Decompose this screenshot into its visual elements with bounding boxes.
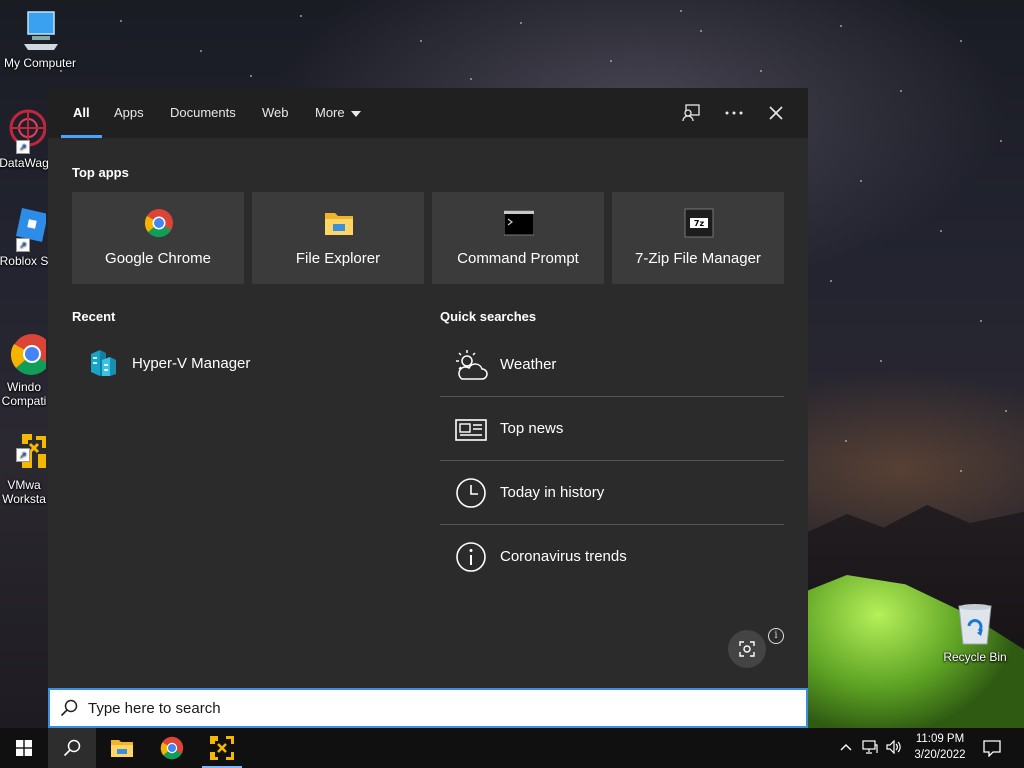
chrome-icon — [144, 208, 174, 238]
taskbar-vmware-workstation[interactable] — [198, 728, 246, 768]
quick-search-coronavirus-trends[interactable]: Coronavirus trends — [440, 525, 784, 588]
quick-search-today-in-history[interactable]: Today in history — [440, 461, 784, 525]
app-tile-7zip[interactable]: 7z 7-Zip File Manager — [612, 192, 784, 284]
tab-apps[interactable]: Apps — [114, 88, 144, 138]
folder-icon — [111, 740, 133, 757]
windows-logo-icon — [16, 740, 32, 756]
tab-all[interactable]: All — [61, 88, 101, 138]
top-apps-title: Top apps — [72, 165, 129, 180]
app-tile-label: Google Chrome — [105, 250, 211, 267]
info-icon — [454, 541, 488, 573]
search-input[interactable] — [88, 690, 788, 726]
recent-item-label: Hyper-V Manager — [132, 355, 251, 372]
show-hidden-icons-button[interactable] — [838, 739, 854, 755]
close-button[interactable] — [763, 100, 789, 126]
shortcut-arrow-icon: ↗ — [16, 140, 30, 154]
desktop-icon-my-computer[interactable]: My Computer — [0, 8, 80, 70]
cmd-icon — [503, 208, 535, 238]
search-icon — [60, 699, 78, 717]
tab-web[interactable]: Web — [262, 88, 289, 138]
taskbar-search-button[interactable] — [48, 728, 96, 768]
recycle-bin-icon — [953, 602, 997, 646]
notification-icon — [983, 740, 1001, 757]
app-tile-label: File Explorer — [295, 250, 381, 267]
clock-icon — [454, 477, 488, 509]
vmware-icon: ↗ — [2, 416, 46, 468]
desktop-icon-recycle-bin[interactable]: Recycle Bin — [935, 602, 1015, 664]
visual-search-button[interactable] — [728, 630, 766, 668]
quick-search-label: Weather — [500, 356, 557, 373]
quick-search-top-news[interactable]: Top news — [440, 397, 784, 461]
search-panel: All Apps Documents Web More Top apps Goo… — [48, 88, 808, 688]
computer-icon — [18, 8, 62, 52]
quick-search-weather[interactable]: Weather — [440, 333, 784, 397]
recent-item-hyper-v-manager[interactable]: Hyper-V Manager — [72, 340, 402, 388]
taskbar: 11:09 PM 3/20/2022 — [0, 728, 1024, 768]
volume-button[interactable] — [886, 739, 902, 755]
app-tile-label: 7-Zip File Manager — [635, 250, 761, 267]
screenshot-lens-icon — [739, 641, 755, 657]
close-icon — [769, 106, 783, 120]
chevron-up-icon — [840, 744, 852, 751]
info-button[interactable]: i — [768, 628, 784, 644]
app-tile-command-prompt[interactable]: Command Prompt — [432, 192, 604, 284]
feedback-icon — [682, 104, 700, 122]
clock-date: 3/20/2022 — [914, 749, 966, 761]
search-box[interactable] — [48, 688, 808, 728]
desktop-icon-label: Roblox S — [0, 254, 49, 268]
7zip-icon: 7z — [684, 208, 714, 238]
desktop-icon-label: VMwa Worksta — [2, 478, 46, 506]
chrome-icon — [160, 736, 184, 760]
tab-documents[interactable]: Documents — [170, 88, 236, 138]
feedback-button[interactable] — [678, 100, 704, 126]
quick-searches-title: Quick searches — [440, 309, 537, 324]
app-tile-google-chrome[interactable]: Google Chrome — [72, 192, 244, 284]
weather-icon — [454, 349, 488, 381]
desktop-icon-label: My Computer — [3, 56, 77, 70]
network-icon — [862, 740, 878, 754]
app-tile-file-explorer[interactable]: File Explorer — [252, 192, 424, 284]
taskbar-file-explorer[interactable] — [98, 728, 146, 768]
search-icon — [63, 739, 81, 757]
roblox-icon: ↗ — [2, 206, 48, 252]
desktop-icon-label: DataWag — [0, 156, 49, 170]
speaker-icon — [886, 740, 901, 754]
more-options-button[interactable] — [721, 100, 747, 126]
search-tabs: All Apps Documents Web More — [48, 88, 808, 138]
clock-time: 11:09 PM — [915, 733, 965, 745]
vmware-icon — [210, 736, 234, 760]
recent-title: Recent — [72, 309, 116, 324]
taskbar-chrome[interactable] — [148, 728, 196, 768]
quick-search-label: Top news — [500, 420, 564, 437]
more-options-icon — [725, 111, 743, 115]
taskbar-clock[interactable]: 11:09 PM 3/20/2022 — [904, 731, 976, 763]
folder-icon — [324, 208, 354, 238]
shortcut-arrow-icon: ↗ — [16, 448, 30, 462]
tab-more[interactable]: More — [315, 88, 361, 138]
svg-text:7z: 7z — [694, 219, 705, 228]
quick-search-label: Coronavirus trends — [500, 548, 627, 565]
datawag-icon: ↗ — [2, 108, 47, 154]
news-icon — [454, 413, 488, 445]
chevron-down-icon — [350, 110, 361, 117]
chrome-icon — [2, 318, 52, 375]
start-button[interactable] — [0, 728, 48, 768]
app-tile-label: Command Prompt — [457, 250, 579, 267]
shortcut-arrow-icon: ↗ — [16, 238, 30, 252]
hyperv-icon — [88, 348, 118, 378]
network-button[interactable] — [862, 739, 878, 755]
tab-more-label: More — [315, 105, 345, 120]
action-center-button[interactable] — [983, 739, 1001, 757]
quick-search-label: Today in history — [500, 484, 605, 501]
desktop-icon-label: Recycle Bin — [943, 650, 1007, 664]
